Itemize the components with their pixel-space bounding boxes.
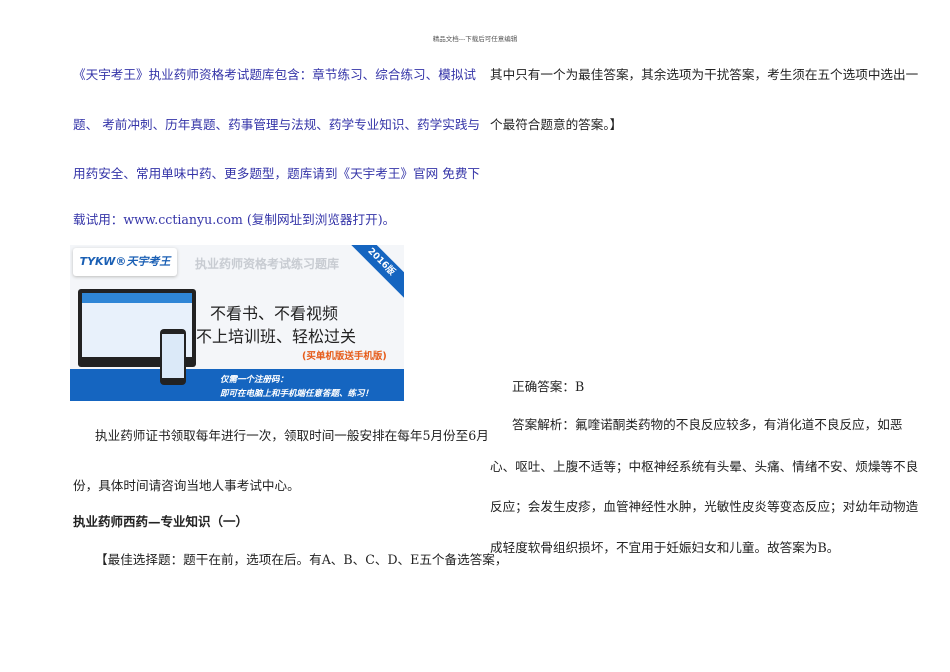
phone-image bbox=[160, 329, 186, 385]
analysis-line: 成轻度软骨组织损坏，不宜用于妊娠妇女和儿童。故答案为B。 bbox=[490, 540, 840, 555]
edition-ribbon: 2016版 bbox=[342, 245, 404, 301]
promo-banner[interactable]: TYKW®天宇考王 执业药师资格考试练习题库 2016版 不看书、不看视频 不上… bbox=[70, 245, 404, 401]
question-line: 个最符合题意的答案。】 bbox=[490, 117, 623, 132]
document-page: 精品文档---下载后可任意编辑 《天宇考王》执业药师资格考试题库包含：章节练习、… bbox=[0, 0, 950, 672]
bottom-text: 即可在电脑上和手机端任意答题、练习！ bbox=[220, 389, 374, 399]
question-line: 其中只有一个为最佳答案，其余选项为干扰答案，考生须在五个选项中选出一 bbox=[490, 67, 919, 82]
brand-logo: TYKW®天宇考王 bbox=[73, 248, 177, 276]
section-heading: 执业药师西药—专业知识（一） bbox=[73, 514, 249, 529]
analysis-line: 心、呕吐、上腹不适等；中枢神经系统有头晕、头痛、情绪不安、烦燥等不良 bbox=[490, 459, 919, 474]
bottom-text: 仅需一个注册码： bbox=[220, 375, 289, 385]
slogan-line: 不看书、不看视频 bbox=[210, 304, 339, 323]
intro-line: 载试用：www.cctianyu.com (复制网址到浏览器打开)。 bbox=[73, 212, 396, 227]
correct-answer: 正确答案：B bbox=[512, 379, 585, 394]
banner-bottom-bar: 仅需一个注册码： 即可在电脑上和手机端任意答题、练习！ bbox=[70, 369, 404, 401]
analysis-line: 答案解析：氟喹诺酮类药物的不良反应较多，有消化道不良反应，如恶 bbox=[512, 417, 903, 432]
intro-line: 题、 考前冲刺、历年真题、药事管理与法规、药学专业知识、药学实践与 bbox=[73, 117, 481, 132]
banner-title: 执业药师资格考试练习题库 bbox=[195, 257, 340, 271]
intro-line: 用药安全、常用单味中药、更多题型，题库请到《天宇考王》官网 免费下 bbox=[73, 166, 481, 181]
intro-line: 《天宇考王》执业药师资格考试题库包含：章节练习、综合练习、模拟试 bbox=[73, 67, 476, 82]
body-line: 执业药师证书领取每年进行一次，领取时间一般安排在每年5月份至6月 bbox=[95, 428, 489, 443]
analysis-line: 反应；会发生皮疹，血管神经性水肿，光敏性皮炎等变态反应；对幼年动物造 bbox=[490, 499, 919, 514]
promo-text: (买单机版送手机版) bbox=[302, 351, 387, 362]
body-line: 份，具体时间请咨询当地人事考试中心。 bbox=[73, 478, 300, 493]
slogan-line: 不上培训班、轻松过关 bbox=[196, 327, 357, 346]
page-header: 精品文档---下载后可任意编辑 bbox=[432, 35, 518, 43]
question-line: 【最佳选择题：题干在前，选项在后。有A、B、C、D、E五个备选答案， bbox=[95, 552, 508, 567]
